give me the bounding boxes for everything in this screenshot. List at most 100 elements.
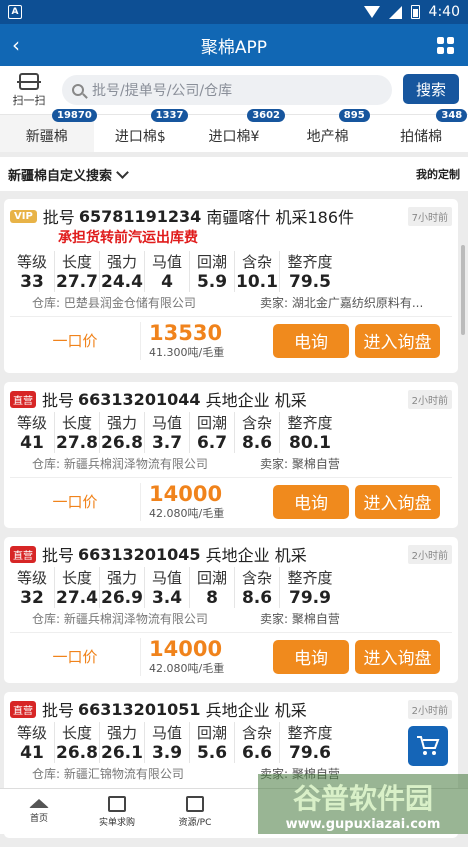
batch-number: 66313201045 (78, 544, 201, 564)
menu-grid-icon[interactable] (437, 37, 454, 54)
chevron-down-icon (116, 165, 129, 179)
tab-import-usd[interactable]: 1337 进口棉$ (94, 109, 189, 152)
grid-icon (186, 795, 204, 812)
spec-value: 80.1 (289, 433, 331, 453)
tab-xinjiang[interactable]: 19870 新疆棉 (0, 109, 97, 152)
spec-label: 整齐度 (287, 724, 333, 742)
harvest-method: 机采 (274, 391, 307, 410)
spec-label: 整齐度 (287, 569, 333, 587)
page-title: 聚棉APP (200, 37, 268, 58)
wifi-icon (363, 6, 380, 18)
batch-number: 65781191234 (78, 206, 202, 226)
back-icon[interactable]: ‹ (12, 33, 36, 57)
spec-label: 回潮 (196, 253, 227, 271)
call-button[interactable]: 电询 (273, 484, 349, 519)
spec-value: 8.6 (241, 433, 273, 453)
batch-number: 66313201051 (78, 699, 201, 719)
scan-button[interactable]: 扫一扫 (8, 72, 50, 108)
weight: 41.300吨/毛重 (149, 345, 225, 359)
spec-label: 长度 (61, 724, 92, 742)
spec-value: 41 (20, 433, 44, 453)
listing-card[interactable]: 直营 批号 66313201044 兵地企业 机采 2小时前 等级 41 长度 27… (4, 382, 458, 528)
spec-label: 马值 (151, 724, 182, 742)
warehouse: 仓库: 巴楚县润金仓储有限公司 (32, 296, 196, 310)
spec-value: 8.6 (241, 588, 273, 608)
listing-card[interactable]: VIP 批号 65781191234 南疆喀什 机采186件 7小时前 承担货转… (4, 199, 458, 373)
time-badge: 2小时前 (407, 545, 452, 564)
harvest-method: 机采 (274, 546, 307, 565)
spec-value: 79.5 (289, 272, 331, 292)
call-button[interactable]: 电询 (273, 639, 349, 674)
count-badge: 3602 (247, 109, 286, 122)
spec-label: 长度 (61, 253, 92, 271)
spec-value: 8 (206, 588, 218, 608)
search-input[interactable]: 批号/提单号/公司/仓库 (62, 75, 392, 105)
search-icon (72, 84, 84, 96)
listing-card[interactable]: 直营 批号 66313201045 兵地企业 机采 2小时前 等级 32 长度 27… (4, 537, 458, 683)
tab-reserve[interactable]: 348 拍储棉 (374, 109, 468, 152)
spec-table: 等级 41 长度 26.8 强力 26.1 马值 3.9 回潮 5.6 含杂 6.6 整齐度… (10, 722, 452, 763)
spec-value: 27.8 (56, 433, 98, 453)
inquiry-button[interactable]: 进入询盘 (355, 639, 440, 674)
tab-domestic[interactable]: 895 地产棉 (281, 109, 375, 152)
time-badge: 7小时前 (407, 207, 452, 226)
nav-purchase[interactable]: 实单求购 (78, 789, 156, 834)
search-bar: 扫一扫 批号/提单号/公司/仓库 搜索 (0, 66, 468, 114)
nav-label: 首页 (29, 814, 48, 824)
harvest-method: 机采 (274, 701, 307, 720)
tab-label: 拍储棉 (400, 129, 443, 145)
spec-value: 33 (20, 272, 44, 292)
cart-icon (417, 736, 440, 755)
scrollbar[interactable] (461, 245, 465, 335)
tab-import-cny[interactable]: 3602 进口棉¥ (187, 109, 286, 152)
price: 13530 (149, 320, 223, 345)
tab-label: 进口棉¥ (208, 129, 260, 145)
spec-value: 6.6 (241, 743, 273, 763)
app-notification-icon: A (8, 5, 22, 19)
spec-table: 等级 41 长度 27.8 强力 26.8 马值 3.7 回潮 6.7 含杂 8.6 整齐度… (10, 412, 452, 453)
custom-search-dropdown[interactable]: 新疆棉自定义搜索 (8, 165, 129, 184)
spec-value: 27.7 (56, 272, 98, 292)
my-custom-link[interactable]: 我的定制 (416, 166, 460, 182)
promo-text: 承担货转前汽运出库费 (58, 230, 198, 246)
seller: 卖家: 聚棉自营 (260, 612, 340, 626)
fixed-price-label: 一口价 (52, 493, 98, 511)
filter-bar: 新疆棉自定义搜索 我的定制 (0, 157, 468, 191)
nav-label: 实单求购 (98, 817, 135, 828)
signal-icon (388, 5, 402, 19)
scan-label: 扫一扫 (12, 93, 46, 107)
clock: 4:40 (428, 4, 460, 20)
batch-prefix: 批号 (42, 701, 75, 720)
scan-icon (17, 72, 41, 90)
spec-label: 等级 (16, 569, 47, 587)
spec-label: 等级 (16, 724, 47, 742)
cart-button[interactable] (408, 726, 448, 766)
nav-resources[interactable]: 资源/PC (156, 789, 234, 834)
spec-value: 3.4 (151, 588, 183, 608)
spec-label: 含杂 (241, 569, 272, 587)
spec-label: 回潮 (196, 414, 227, 432)
warehouse: 仓库: 新疆兵棉润泽物流有限公司 (32, 457, 208, 471)
search-button[interactable]: 搜索 (403, 74, 459, 104)
inquiry-button[interactable]: 进入询盘 (355, 323, 440, 358)
app-bar: ‹ 聚棉APP (0, 24, 468, 66)
fixed-price-label: 一口价 (52, 332, 98, 350)
spec-value: 27.4 (56, 588, 98, 608)
count-badge: 19870 (52, 109, 97, 122)
nav-home[interactable]: 首页 (0, 789, 78, 834)
spec-label: 强力 (106, 253, 137, 271)
spec-label: 整齐度 (287, 414, 333, 432)
batch-prefix: 批号 (42, 208, 75, 227)
spec-label: 长度 (61, 414, 92, 432)
direct-badge: 直营 (10, 700, 36, 718)
harvest-method: 机采186件 (275, 208, 355, 227)
call-button[interactable]: 电询 (273, 323, 349, 358)
spec-label: 等级 (16, 253, 47, 271)
spec-value: 4 (161, 272, 173, 292)
inquiry-button[interactable]: 进入询盘 (355, 484, 440, 519)
listing-list: VIP 批号 65781191234 南疆喀什 机采186件 7小时前 承担货转… (4, 199, 458, 847)
price: 14000 (149, 636, 223, 661)
spec-label: 整齐度 (287, 253, 333, 271)
spec-value: 5.9 (196, 272, 228, 292)
category-tabs: 19870 新疆棉 1337 进口棉$ 3602 进口棉¥ 895 地产棉 34… (0, 109, 468, 152)
